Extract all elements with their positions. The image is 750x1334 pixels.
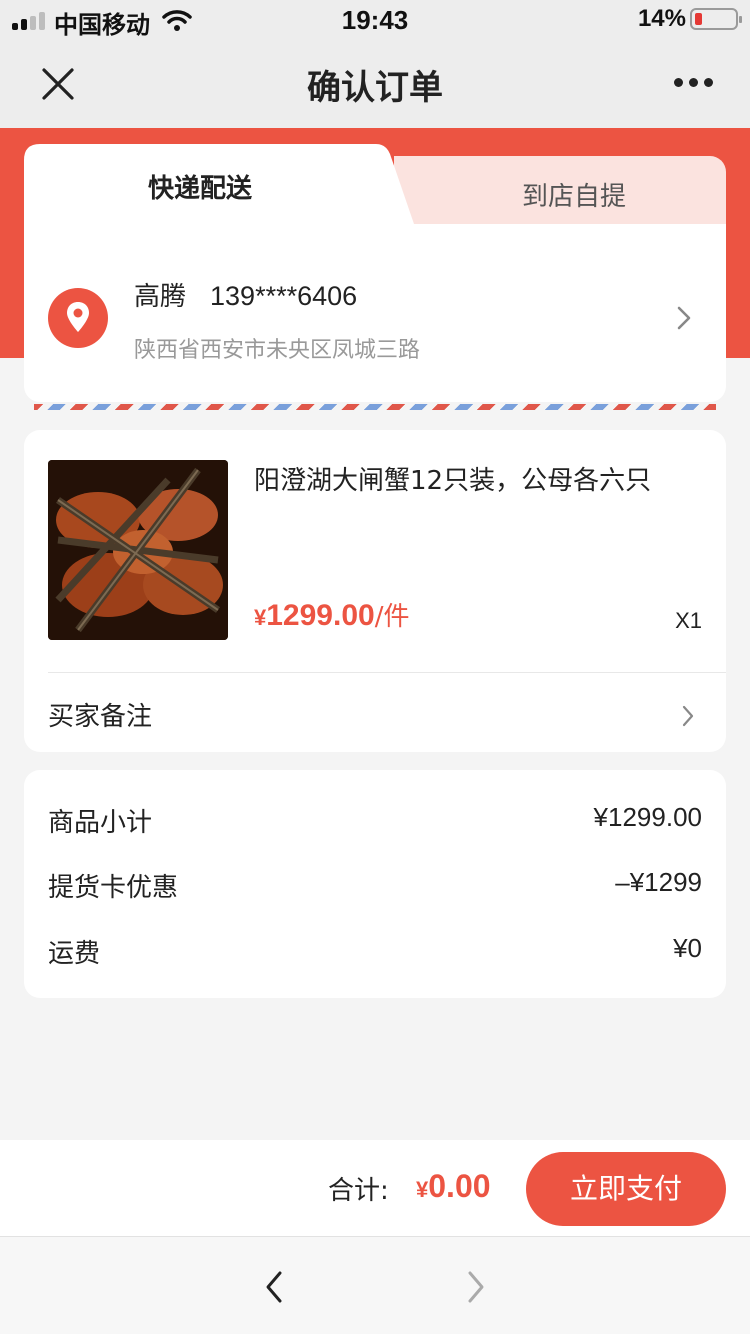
recipient-phone: 139****6406 bbox=[210, 281, 358, 311]
summary-label: 运费 bbox=[48, 939, 101, 969]
recipient-name: 高腾 bbox=[134, 282, 187, 312]
status-bar: 中国移动 19:43 14% bbox=[0, 0, 750, 40]
product-card: 阳澄湖大闸蟹12只装，公母各六只 ¥1299.00/件 X1 买家备注 bbox=[24, 430, 726, 752]
buyer-note-label[interactable]: 买家备注 bbox=[48, 696, 152, 733]
summary-label: 商品小计 bbox=[48, 808, 153, 838]
summary-value: ¥0 bbox=[673, 933, 702, 963]
total-currency: ¥ bbox=[416, 1177, 429, 1202]
total-label: 合计: bbox=[328, 1176, 389, 1206]
order-summary-card: 商品小计 ¥1299.00 提货卡优惠 –¥1299 运费 ¥0 bbox=[24, 770, 726, 998]
tab-express-delivery-label: 快递配送 bbox=[147, 174, 252, 204]
browser-navigation-bar bbox=[0, 1236, 750, 1334]
address-card: 快递配送 到店自提 高腾 139****6406 陕西省西安市未央区凤城三路 bbox=[24, 144, 726, 402]
divider bbox=[48, 672, 726, 673]
location-pin-icon bbox=[48, 288, 108, 348]
summary-row-subtotal: 商品小计 ¥1299.00 bbox=[48, 802, 702, 838]
price-unit: /件 bbox=[374, 602, 410, 632]
summary-label: 提货卡优惠 bbox=[48, 873, 179, 903]
summary-value: –¥1299 bbox=[615, 867, 702, 897]
tab-store-pickup-label: 到店自提 bbox=[521, 182, 626, 212]
product-title: 阳澄湖大闸蟹12只装，公母各六只 bbox=[254, 466, 652, 496]
delivery-address: 陕西省西安市未央区凤城三路 bbox=[134, 338, 421, 363]
address-card-body[interactable] bbox=[24, 224, 726, 402]
summary-row-shipping: 运费 ¥0 bbox=[48, 933, 702, 969]
total-amount: ¥0.00 bbox=[416, 1168, 491, 1205]
page-title: 确认订单 bbox=[307, 68, 443, 108]
battery-icon bbox=[690, 8, 742, 30]
price-amount: 1299.00 bbox=[266, 599, 375, 632]
chevron-right-icon[interactable] bbox=[674, 304, 694, 332]
product-price: ¥1299.00/件 bbox=[254, 596, 409, 633]
checkout-bar: 合计: ¥0.00 立即支付 bbox=[0, 1140, 750, 1236]
summary-row-card-discount: 提货卡优惠 –¥1299 bbox=[48, 867, 702, 903]
battery-level bbox=[695, 13, 702, 25]
pay-now-button[interactable]: 立即支付 bbox=[526, 1152, 726, 1226]
product-quantity: X1 bbox=[675, 608, 702, 633]
recipient-line: 高腾 139****6406 bbox=[134, 276, 357, 313]
airmail-border bbox=[34, 404, 716, 410]
more-icon[interactable] bbox=[674, 78, 714, 90]
hairy-crab-image bbox=[48, 460, 228, 640]
navbar: 确认订单 bbox=[0, 40, 750, 128]
total-value: 0.00 bbox=[428, 1168, 491, 1204]
back-arrow-icon[interactable] bbox=[262, 1269, 286, 1305]
battery-percent: 14% bbox=[637, 5, 686, 32]
chevron-right-icon[interactable] bbox=[680, 704, 696, 728]
summary-value: ¥1299.00 bbox=[593, 802, 702, 832]
price-currency: ¥ bbox=[254, 605, 267, 630]
forward-arrow-icon[interactable] bbox=[464, 1269, 488, 1305]
